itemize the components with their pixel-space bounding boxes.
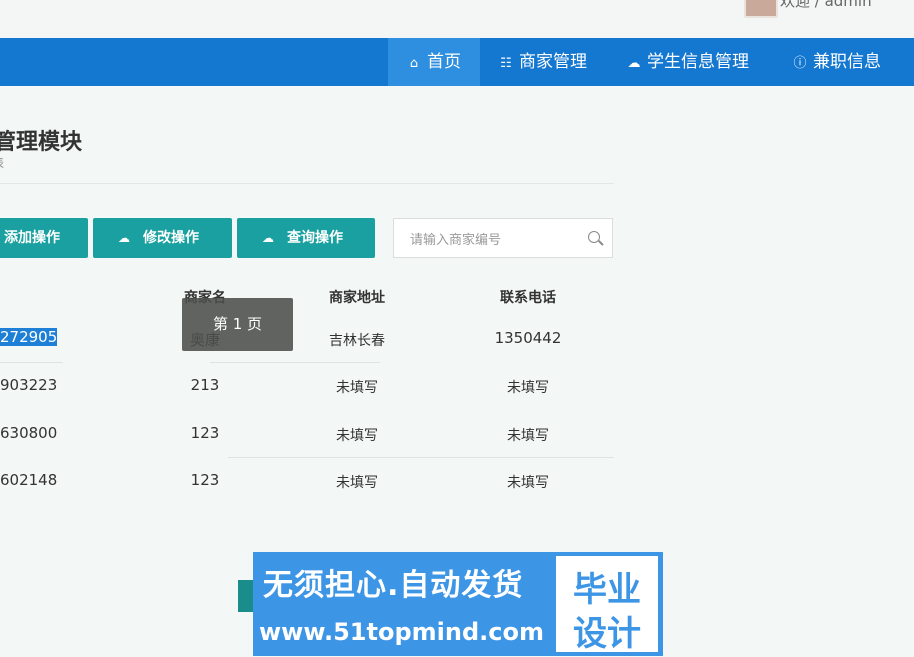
page-subtitle: 表 (0, 154, 4, 171)
cloud-upload-icon: ☁ (262, 231, 274, 245)
search-box (393, 218, 613, 258)
table-cell-name: 213 (190, 376, 220, 394)
table-cell-id: 602148 (0, 471, 58, 489)
edit-button[interactable]: ☁ 修改操作 (93, 218, 232, 258)
table-cell-address: 吉林长春 (329, 333, 385, 349)
search-icon[interactable] (588, 231, 600, 243)
avatar[interactable] (744, 0, 778, 18)
nav-item-merchant-management[interactable]: ☷ 商家管理 (498, 38, 587, 86)
column-header-phone[interactable]: 联系电话 (500, 287, 556, 307)
search-input[interactable] (408, 228, 582, 252)
query-button-label: 查询操作 (287, 230, 343, 246)
watermark-url: www.51topmind.com (259, 618, 544, 646)
cloud-icon: ☁ (627, 56, 641, 71)
main-navbar: ⌂ 首页 ☷ 商家管理 ☁ 学生信息管理 ⓘ 兼职信息 (0, 38, 914, 86)
table-cell-phone: 未填写 (507, 428, 549, 444)
table-cell-address: 未填写 (336, 475, 378, 491)
table-cell-id: 903223 (0, 376, 58, 394)
table-cell-id: 272905 (0, 328, 58, 346)
watermark-logo-box: 毕业 设计 (556, 556, 658, 654)
sitemap-icon: ☷ (500, 56, 512, 71)
add-button[interactable]: 添加操作 (0, 218, 88, 258)
table-cell-name: 123 (190, 471, 220, 489)
home-icon: ⌂ (409, 56, 419, 71)
column-header-merchant-address[interactable]: 商家地址 (329, 287, 385, 307)
page-title: 管理模块 (0, 130, 83, 155)
table-cell-address: 未填写 (336, 380, 378, 396)
nav-item-label: 学生信息管理 (647, 52, 749, 72)
nav-item-student-info[interactable]: ☁ 学生信息管理 (626, 38, 750, 86)
watermark-slogan: 无须担心.自动发货 (263, 568, 524, 603)
row-divider (0, 362, 63, 363)
nav-item-label: 首页 (427, 52, 461, 72)
nav-item-label: 兼职信息 (813, 52, 881, 72)
table-cell-name: 123 (190, 424, 220, 442)
add-button-label: 添加操作 (4, 230, 60, 246)
watermark-logo-top: 毕业 (573, 570, 641, 610)
pagination-button[interactable] (238, 580, 254, 612)
table-cell-id: 630800 (0, 424, 58, 442)
table-cell-phone: 未填写 (507, 475, 549, 491)
table-cell-phone: 未填写 (507, 380, 549, 396)
edit-button-label: 修改操作 (143, 230, 199, 246)
nav-item-part-time-info[interactable]: ⓘ 兼职信息 (792, 38, 881, 86)
table-cell-phone: 1350442 (494, 329, 562, 347)
nav-item-home[interactable]: ⌂ 首页 (388, 38, 480, 86)
row-divider (228, 457, 614, 458)
welcome-text: 欢迎 / admin (780, 0, 872, 10)
top-bar: 欢迎 / admin (0, 0, 914, 38)
query-button[interactable]: ☁ 查询操作 (237, 218, 375, 258)
info-icon: ⓘ (793, 56, 807, 71)
divider (0, 183, 614, 184)
selected-text: 272905 (0, 328, 58, 346)
watermark-logo-bottom: 设计 (573, 614, 641, 654)
table-cell-address: 未填写 (336, 428, 378, 444)
cloud-upload-icon: ☁ (118, 231, 130, 245)
nav-item-label: 商家管理 (519, 52, 587, 72)
page-tooltip: 第 1 页 (182, 298, 293, 351)
row-divider (210, 362, 380, 363)
watermark-banner: 无须担心.自动发货 www.51topmind.com 毕业 设计 (253, 552, 663, 656)
